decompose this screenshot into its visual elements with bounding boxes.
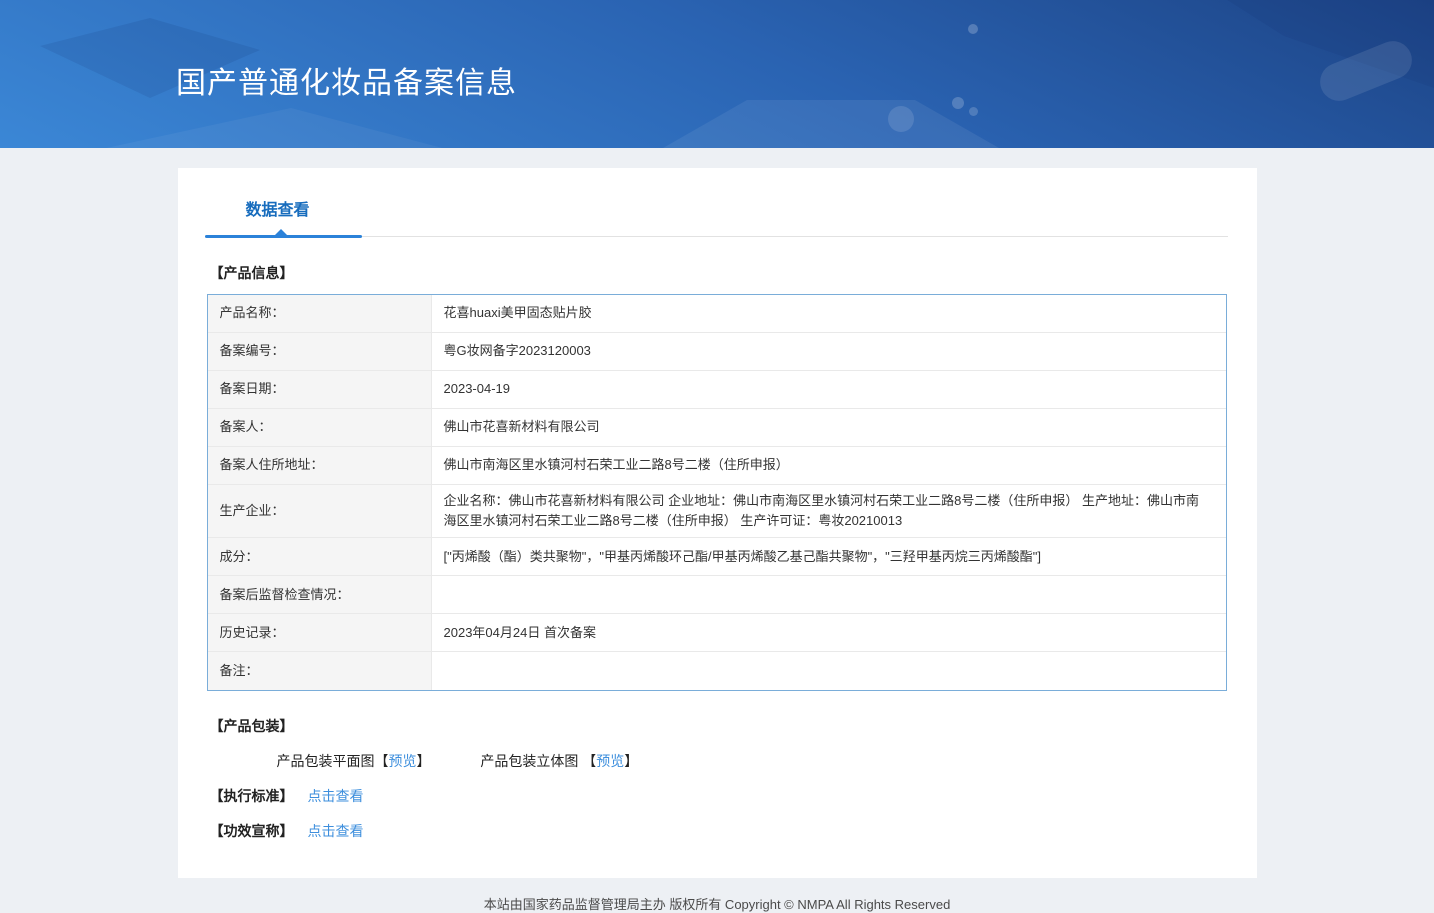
packaging-flat-preview-link[interactable]: 预览 xyxy=(389,753,417,769)
product-info-table: 产品名称： 花喜huaxi美甲固态贴片胶 备案编号： 粤G妆网备字2023120… xyxy=(206,294,1227,692)
page-header: 国产普通化妆品备案信息 xyxy=(0,0,1434,148)
table-row: 备案编号： 粤G妆网备字2023120003 xyxy=(207,333,1226,371)
efficacy-view-link[interactable]: 点击查看 xyxy=(308,823,364,839)
packaging-preview-row: 产品包装平面图【预览】 产品包装立体图 【预览】 xyxy=(277,751,1257,771)
row-value: 2023年04月24日 首次备案 xyxy=(443,624,596,640)
page-title: 国产普通化妆品备案信息 xyxy=(176,67,517,100)
packaging-stereo-label: 产品包装立体图 xyxy=(480,753,583,770)
table-row: 备案人住所地址： 佛山市南海区里水镇河村石荣工业二路8号二楼（住所申报） xyxy=(207,447,1226,485)
content-panel: 数据查看 【产品信息】 产品名称： 花喜huaxi美甲固态贴片胶 备案编号： 粤… xyxy=(177,168,1257,879)
product-info-section-title: 【产品信息】 xyxy=(209,265,294,281)
table-row: 备案后监督检查情况： xyxy=(207,576,1226,615)
packaging-flat-label: 产品包装平面图 xyxy=(276,753,375,770)
header-decoration-dot xyxy=(968,24,978,34)
row-value: 2023-04-19 xyxy=(443,381,511,397)
row-value: 花喜huaxi美甲固态贴片胶 xyxy=(443,305,592,321)
row-label: 产品名称： xyxy=(207,295,432,332)
tab-bar: 数据查看 xyxy=(178,168,1257,238)
row-label: 备案日期： xyxy=(207,371,432,408)
tab-underline-active xyxy=(204,235,362,238)
efficacy-row: 【功效宣称】 点击查看 xyxy=(210,821,1257,841)
page: 国产普通化妆品备案信息 数据查看 【产品信息】 产品名称： 花喜huaxi美甲固… xyxy=(0,0,1434,912)
row-label: 备案编号： xyxy=(207,333,432,370)
header-decoration-polygon xyxy=(60,108,480,148)
row-label: 备案后监督检查情况： xyxy=(207,576,432,614)
page-footer: 本站由国家药品监督管理局主办 版权所有 Copyright © NMPA All… xyxy=(0,878,1434,913)
bracket-close: 】 xyxy=(416,753,431,770)
tab-pointer-icon xyxy=(274,229,287,235)
table-row: 备注： xyxy=(207,652,1226,691)
row-label: 生产企业： xyxy=(207,485,432,538)
packaging-flat-group: 产品包装平面图【预览】 xyxy=(277,753,435,769)
row-value: 企业名称：佛山市花喜新材料有限公司 企业地址：佛山市南海区里水镇河村石荣工业二路… xyxy=(443,493,1199,529)
row-value xyxy=(432,576,1226,613)
table-row: 生产企业： 企业名称：佛山市花喜新材料有限公司 企业地址：佛山市南海区里水镇河村… xyxy=(207,485,1226,539)
standards-row: 【执行标准】 点击查看 xyxy=(210,786,1257,806)
packaging-stereo-group: 产品包装立体图 【预览】 xyxy=(480,753,638,769)
row-label: 历史记录： xyxy=(207,614,432,652)
row-label: 成分： xyxy=(207,538,432,576)
packaging-section-title: 【产品包装】 xyxy=(209,718,294,735)
efficacy-section-title: 【功效宣称】 xyxy=(209,823,294,840)
row-label: 备案人住所地址： xyxy=(207,447,432,484)
table-row: 成分： ["丙烯酸（酯）类共聚物"，"甲基丙烯酸环己酯/甲基丙烯酸乙基己酯共聚物… xyxy=(207,538,1226,577)
row-value: ["丙烯酸（酯）类共聚物"，"甲基丙烯酸环己酯/甲基丙烯酸乙基己酯共聚物"，"三… xyxy=(443,548,1042,564)
table-row: 备案人： 佛山市花喜新材料有限公司 xyxy=(207,409,1226,447)
tab-underline xyxy=(204,229,1228,238)
header-decoration-dot xyxy=(952,97,964,109)
row-label: 备注： xyxy=(207,652,432,691)
copyright-text: 本站由国家药品监督管理局主办 版权所有 Copyright © NMPA All… xyxy=(483,897,951,913)
row-value xyxy=(432,652,1226,690)
table-row: 备案日期： 2023-04-19 xyxy=(207,371,1226,409)
bracket-close: 】 xyxy=(624,753,639,770)
row-value: 佛山市南海区里水镇河村石荣工业二路8号二楼（住所申报） xyxy=(443,457,789,473)
bracket-open: 【 xyxy=(374,753,389,770)
bracket-open: 【 xyxy=(582,753,597,770)
standards-view-link[interactable]: 点击查看 xyxy=(308,788,364,804)
row-value: 佛山市花喜新材料有限公司 xyxy=(443,419,600,435)
table-row: 历史记录： 2023年04月24日 首次备案 xyxy=(207,614,1226,653)
table-row: 产品名称： 花喜huaxi美甲固态贴片胶 xyxy=(207,295,1226,333)
packaging-stereo-preview-link[interactable]: 预览 xyxy=(596,753,624,769)
row-value: 粤G妆网备字2023120003 xyxy=(443,343,591,359)
header-decoration-dot xyxy=(888,106,914,132)
header-decoration-dot xyxy=(969,107,978,116)
row-label: 备案人： xyxy=(207,409,432,446)
standards-section-title: 【执行标准】 xyxy=(209,788,294,805)
